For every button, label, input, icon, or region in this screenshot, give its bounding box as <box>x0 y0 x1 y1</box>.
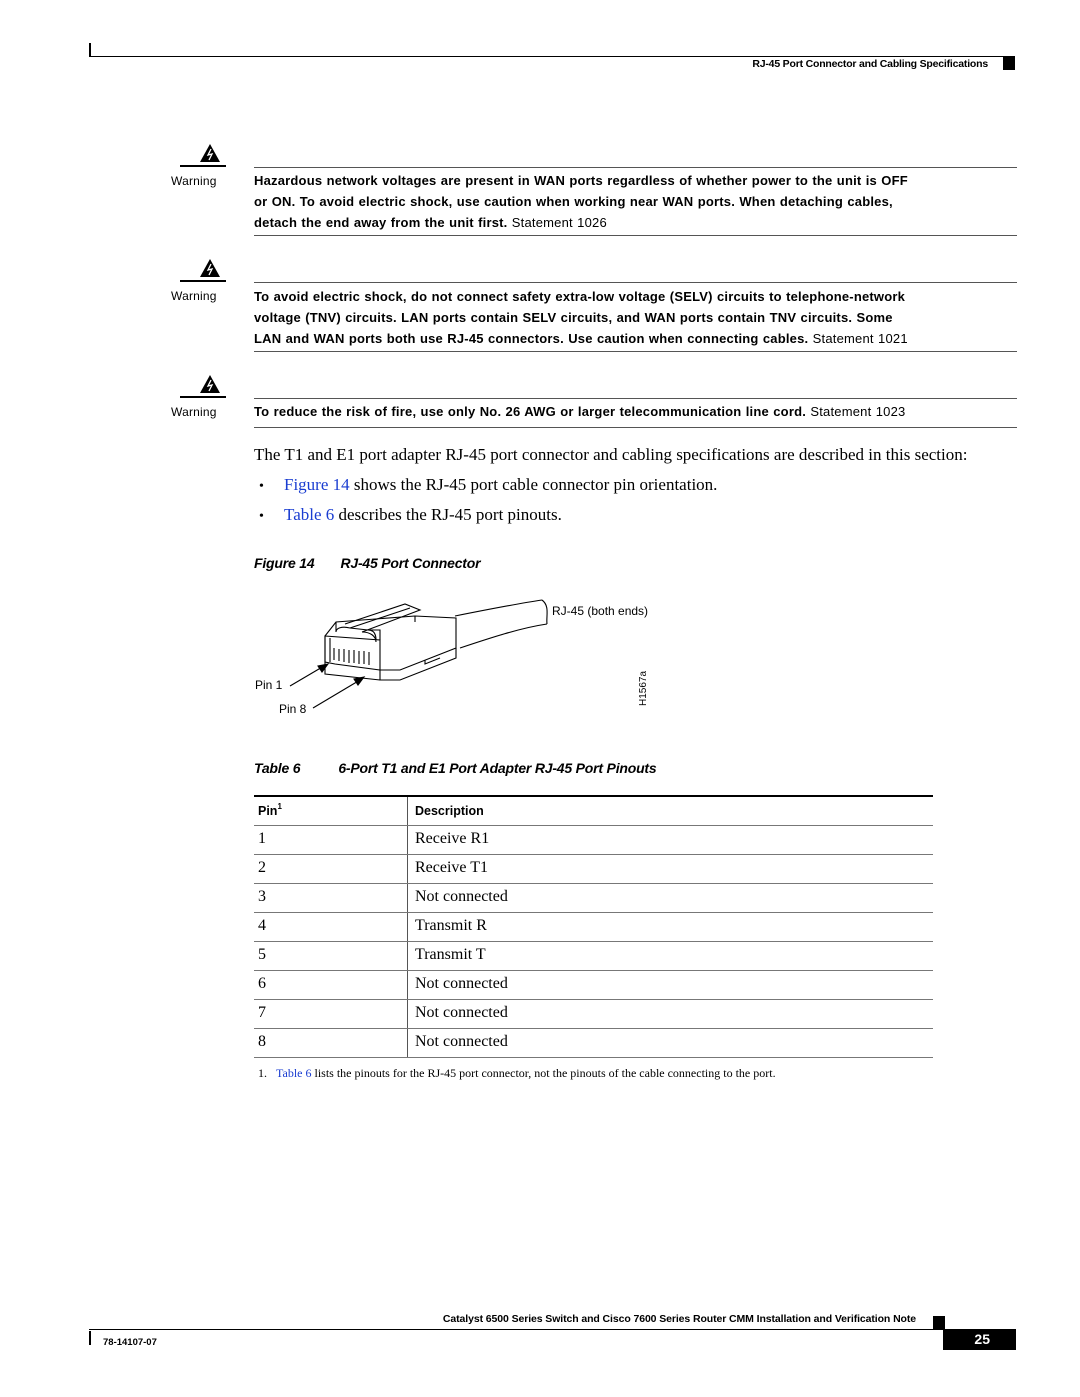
warning-triangle-lightning-icon <box>200 144 220 162</box>
footer-block-marker <box>933 1316 945 1330</box>
table-6-link[interactable]: Table 6 <box>284 505 334 524</box>
table-row: 3 Not connected <box>254 884 933 913</box>
description-cell: Not connected <box>415 975 508 992</box>
footnote-ref: 1 <box>277 802 282 811</box>
footnote-text: lists the pinouts for the RJ-45 port con… <box>311 1066 776 1080</box>
warning-label: Warning <box>171 405 217 419</box>
warning-icon-underline <box>180 280 226 282</box>
warning-text-line: voltage (TNV) circuits. LAN ports contai… <box>254 310 893 325</box>
warning-triangle-lightning-icon <box>200 259 220 277</box>
warning-top-rule <box>254 398 1017 399</box>
description-cell: Transmit T <box>415 946 486 963</box>
table-row: 2 Receive T1 <box>254 855 933 884</box>
table-row: 6 Not connected <box>254 971 933 1000</box>
page-number-box: 25 <box>943 1329 1016 1350</box>
bullet-dot: • <box>259 509 264 524</box>
table-header-row: Pin1 Description <box>254 797 933 826</box>
rj45-connector-figure: RJ-45 (both ends) Pin 1 Pin 8 H1567a <box>250 588 690 733</box>
warning-icon-underline <box>180 396 226 398</box>
pin-cell: 8 <box>258 1033 266 1050</box>
footer-margin-bar <box>89 1331 91 1345</box>
table-number: Table 6 <box>254 760 301 776</box>
bullet-text: describes the RJ-45 port pinouts. <box>334 505 562 524</box>
table-6-footnote-link[interactable]: Table 6 <box>276 1066 311 1080</box>
warning-top-rule <box>254 167 1017 168</box>
warning-text: Hazardous network voltages are present i… <box>254 170 1024 233</box>
description-cell: Not connected <box>415 1004 508 1021</box>
footer-doc-title: Catalyst 6500 Series Switch and Cisco 76… <box>442 1313 916 1325</box>
warning-label: Warning <box>171 289 217 303</box>
description-cell: Receive T1 <box>415 859 489 876</box>
pin-cell: 2 <box>258 859 266 876</box>
footnote-marker: 1. <box>258 1066 267 1080</box>
table-row: 4 Transmit R <box>254 913 933 942</box>
pin-cell: 3 <box>258 888 266 905</box>
footer-rule <box>89 1329 942 1330</box>
description-cell: Not connected <box>415 1033 508 1050</box>
warning-icon-underline <box>180 165 226 167</box>
warning-text-line: detach the end away from the unit first. <box>254 215 508 230</box>
header-rule <box>89 56 1015 57</box>
table-row: 8 Not connected <box>254 1029 933 1058</box>
cable-label: RJ-45 (both ends) <box>552 604 649 618</box>
pinout-table: Pin1 Description 1 Receive R1 2 Receive … <box>254 795 933 1058</box>
bullet-item: • Figure 14 shows the RJ-45 port cable co… <box>254 475 717 497</box>
warning-text: To reduce the risk of fire, use only No.… <box>254 401 1024 422</box>
pin-cell: 7 <box>258 1004 266 1021</box>
description-cell: Receive R1 <box>415 830 490 847</box>
pin8-label: Pin 8 <box>279 702 307 716</box>
statement-number: Statement 1021 <box>812 331 908 346</box>
warning-text-line: or ON. To avoid electric shock, use caut… <box>254 194 893 209</box>
pin-cell: 1 <box>258 830 266 847</box>
pin-cell: 4 <box>258 917 266 934</box>
figure-title: RJ-45 Port Connector <box>340 555 481 571</box>
column-header-description: Description <box>415 804 484 818</box>
table-caption: Table 6 6-Port T1 and E1 Port Adapter RJ-… <box>254 760 657 776</box>
footer-doc-number: 78-14107-07 <box>103 1337 157 1348</box>
pin-cell: 6 <box>258 975 266 992</box>
pin-cell: 5 <box>258 946 266 963</box>
pin1-label: Pin 1 <box>255 678 283 692</box>
description-cell: Not connected <box>415 888 508 905</box>
warning-text: To avoid electric shock, do not connect … <box>254 286 1024 349</box>
warning-text-line: To avoid electric shock, do not connect … <box>254 289 906 304</box>
table-footnote: 1. Table 6 lists the pinouts for the RJ-… <box>258 1066 776 1081</box>
header-block-marker <box>1003 56 1015 70</box>
warning-label: Warning <box>171 174 217 188</box>
bullet-text: shows the RJ-45 port cable connector pin… <box>349 475 718 494</box>
statement-number: Statement 1023 <box>810 404 906 419</box>
warning-triangle-lightning-icon <box>200 375 220 393</box>
warning-top-rule <box>254 282 1017 283</box>
figure-number: Figure 14 <box>254 555 315 571</box>
warning-bottom-rule <box>254 351 1017 352</box>
table-row: 1 Receive R1 <box>254 826 933 855</box>
description-cell: Transmit R <box>415 917 487 934</box>
column-header-pin: Pin1 <box>258 802 282 818</box>
statement-number: Statement 1026 <box>511 215 607 230</box>
warning-text-line: To reduce the risk of fire, use only No.… <box>254 404 807 419</box>
page-number: 25 <box>974 1331 990 1347</box>
figure-14-link[interactable]: Figure 14 <box>284 475 350 494</box>
table-row: 5 Transmit T <box>254 942 933 971</box>
table-title: 6-Port T1 and E1 Port Adapter RJ-45 Port… <box>338 760 657 776</box>
warning-text-line: Hazardous network voltages are present i… <box>254 173 908 188</box>
running-header-title: RJ-45 Port Connector and Cabling Specifi… <box>752 58 988 70</box>
header-margin-bar <box>89 43 91 57</box>
warning-text-line: LAN and WAN ports both use RJ-45 connect… <box>254 331 809 346</box>
column-header-label: Pin <box>258 804 278 818</box>
warning-bottom-rule <box>254 235 1017 236</box>
intro-paragraph: The T1 and E1 port adapter RJ-45 port co… <box>254 445 968 464</box>
table-row: 7 Not connected <box>254 1000 933 1029</box>
figure-caption: Figure 14 RJ-45 Port Connector <box>254 555 481 571</box>
warning-bottom-rule <box>254 427 1017 428</box>
art-id-label: H1567a <box>638 670 649 706</box>
bullet-item: • Table 6 describes the RJ-45 port pinout… <box>254 505 562 527</box>
bullet-dot: • <box>259 479 264 494</box>
